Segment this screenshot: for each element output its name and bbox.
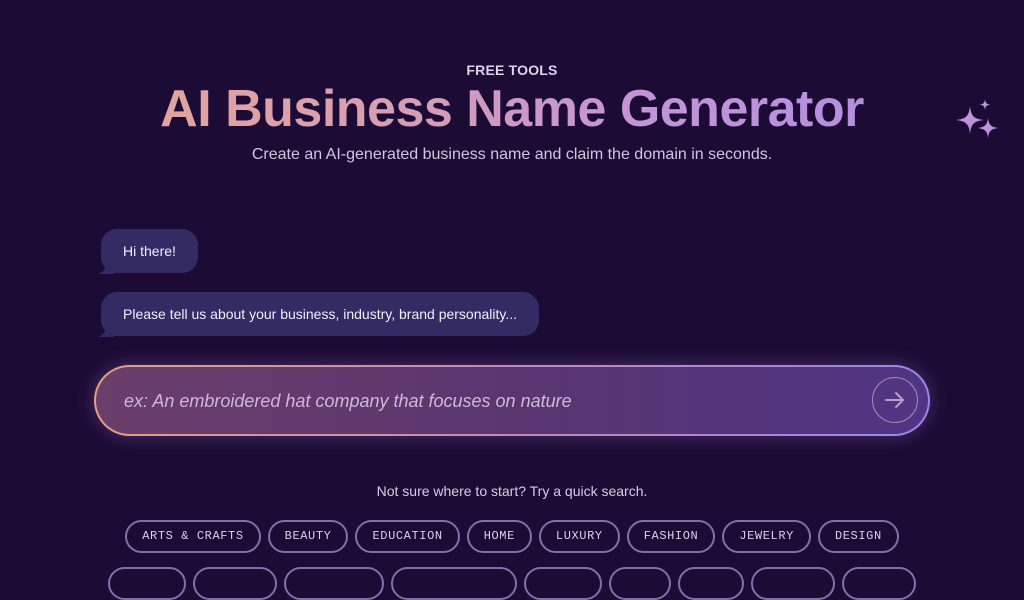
business-description-input[interactable] bbox=[122, 367, 846, 436]
bubble-tail bbox=[98, 325, 114, 337]
chat-message-text: Please tell us about your business, indu… bbox=[123, 306, 518, 322]
submit-button[interactable] bbox=[872, 377, 918, 423]
bubble-tail bbox=[98, 262, 114, 274]
chip-partial[interactable] bbox=[391, 567, 517, 600]
chat-bubble-greeting: Hi there! bbox=[98, 229, 198, 274]
prompt-field bbox=[94, 365, 930, 436]
chip-partial[interactable] bbox=[842, 567, 916, 600]
chat-message-text: Hi there! bbox=[123, 243, 176, 259]
chip-partial[interactable] bbox=[751, 567, 835, 600]
chip-partial[interactable] bbox=[284, 567, 384, 600]
chip-luxury[interactable]: LUXURY bbox=[538, 520, 620, 553]
page-subtitle: Create an AI-generated business name and… bbox=[251, 146, 773, 163]
page-eyebrow: FREE TOOLS bbox=[466, 62, 558, 78]
chip-partial[interactable] bbox=[609, 567, 671, 600]
chip-partial[interactable] bbox=[193, 567, 277, 600]
quick-search-chips-overflow bbox=[0, 567, 1024, 600]
chip-design[interactable]: DESIGN bbox=[817, 520, 899, 553]
sparkles-icon bbox=[956, 99, 998, 138]
chip-jewelry[interactable]: JEWELRY bbox=[722, 520, 811, 553]
quick-search-helper: Not sure where to start? Try a quick sea… bbox=[376, 483, 648, 499]
chip-partial[interactable] bbox=[108, 567, 186, 600]
page-title: AI Business Name Generator bbox=[0, 78, 1024, 140]
chip-fashion[interactable]: FASHION bbox=[626, 520, 716, 553]
chip-home[interactable]: HOME bbox=[466, 520, 532, 553]
chip-beauty[interactable]: BEAUTY bbox=[267, 520, 349, 553]
prompt-field-inner bbox=[96, 367, 928, 436]
chip-partial[interactable] bbox=[524, 567, 602, 600]
chat-bubble-question: Please tell us about your business, indu… bbox=[98, 292, 540, 337]
arrow-right-icon bbox=[885, 392, 904, 408]
chip-education[interactable]: EDUCATION bbox=[355, 520, 460, 553]
chip-partial[interactable] bbox=[678, 567, 744, 600]
quick-search-chips: ARTS & CRAFTS BEAUTY EDUCATION HOME LUXU… bbox=[0, 520, 1024, 553]
chip-arts-crafts[interactable]: ARTS & CRAFTS bbox=[125, 520, 261, 553]
